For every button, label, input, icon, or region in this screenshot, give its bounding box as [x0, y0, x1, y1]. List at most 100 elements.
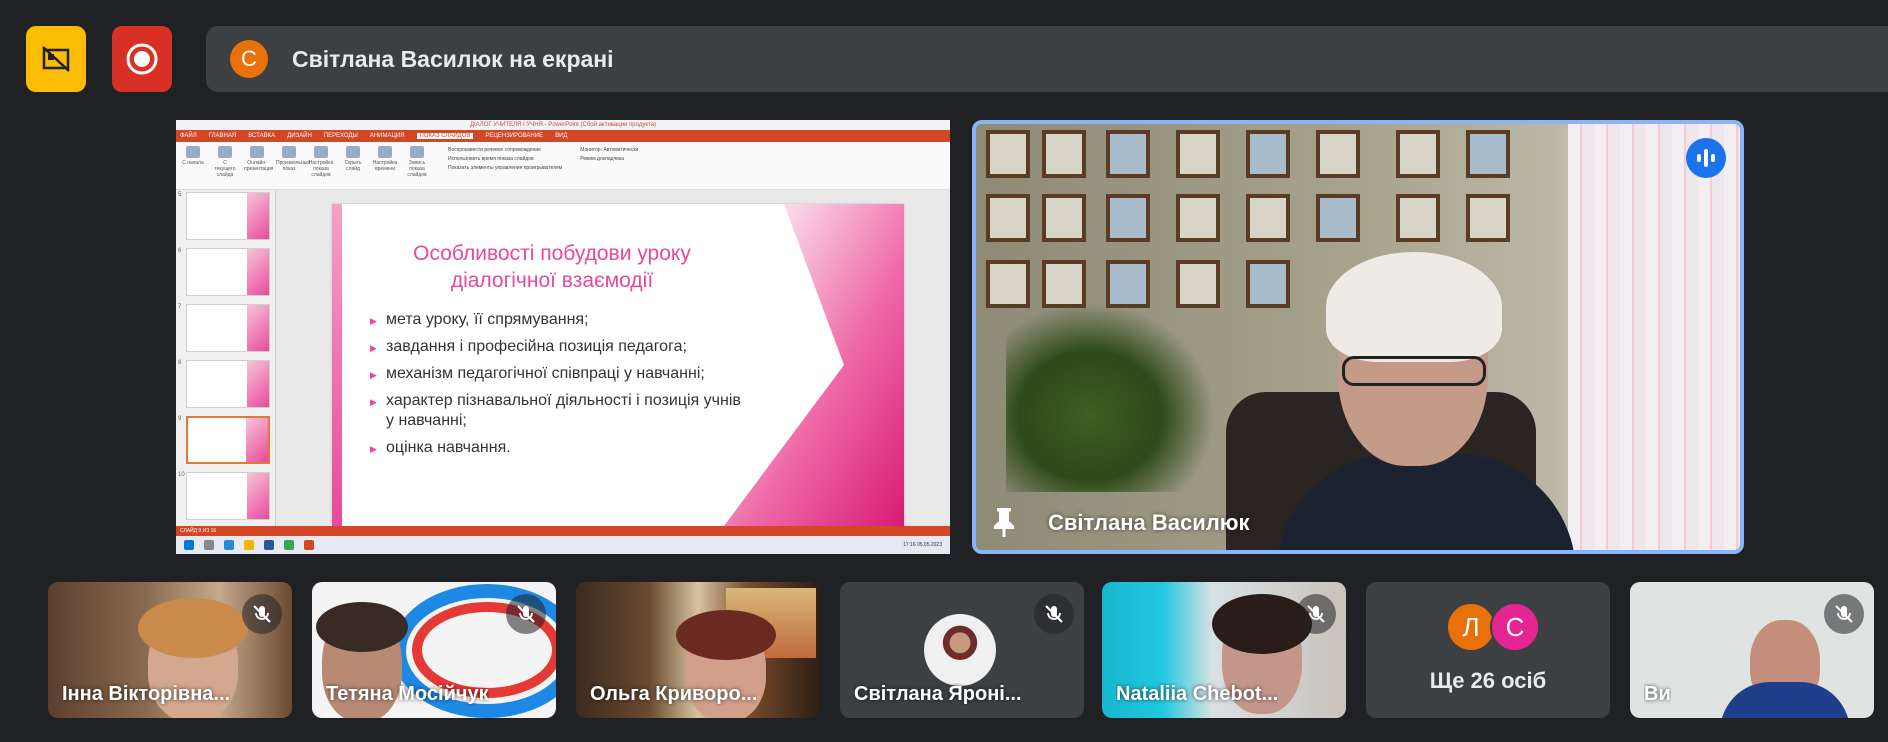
- ppt-tab-active: ПОКАЗ СЛАЙДОВ: [416, 133, 474, 139]
- folder-icon: [244, 540, 254, 550]
- ribbon-button: Настройка показа слайдов: [308, 146, 334, 178]
- ppt-tab: ВСТАВКА: [248, 133, 276, 139]
- presenter-avatar: С: [230, 40, 268, 78]
- record-button[interactable]: [112, 26, 172, 92]
- participant-name: Ольга Криворо...: [590, 683, 758, 705]
- ribbon-button: Онлайн-презентация: [244, 146, 273, 176]
- participant-tile[interactable]: Інна Вікторівна...: [48, 582, 292, 718]
- ppt-workspace: 5 6 7 8 9 10 Особливості побудови уроку …: [176, 190, 950, 526]
- slide-bullet: оцінка навчання.: [370, 438, 750, 459]
- stop-presenting-button[interactable]: [26, 26, 86, 92]
- taskbar-clock: 17:16 05.05.2023: [903, 542, 942, 548]
- search-icon: [204, 540, 214, 550]
- mic-off-icon: [506, 594, 546, 634]
- wall-frame: [1106, 130, 1150, 178]
- ribbon-button: Настройка времени: [372, 146, 398, 176]
- slide-thumbnails: 5 6 7 8 9 10: [176, 190, 276, 526]
- wall-frame: [1042, 130, 1086, 178]
- self-view-tile[interactable]: Ви: [1630, 582, 1874, 718]
- participant-name: Тетяна Мосійчук: [326, 683, 489, 705]
- participant-hair: [138, 598, 248, 658]
- main-speaker-tile[interactable]: Світлана Василюк: [972, 120, 1744, 554]
- slide-decoration: [332, 204, 342, 526]
- presenter-banner: С Світлана Василюк на екрані: [206, 26, 1888, 92]
- slide-thumbnail: [186, 472, 270, 520]
- participant-hair: [316, 602, 408, 652]
- slide-title: Особливості побудови уроку діалогічної в…: [413, 242, 691, 292]
- chrome-icon: [284, 540, 294, 550]
- wall-frame: [1396, 130, 1440, 178]
- participant-avatar: Л: [1446, 602, 1496, 652]
- slide-bullet: характер пізнавальної діяльності і позиц…: [370, 391, 750, 431]
- participant-name: Інна Вікторівна...: [62, 683, 231, 705]
- ppt-tab: ГЛАВНАЯ: [208, 133, 237, 139]
- slide-bullet: мета уроку, її спрямування;: [370, 310, 750, 331]
- ppt-tab: ВИД: [555, 133, 568, 139]
- powerpoint-icon: [304, 540, 314, 550]
- windows-taskbar: 17:16 05.05.2023: [176, 536, 950, 554]
- participant-name: Nataliia Chebot...: [1116, 683, 1279, 705]
- wall-frame: [986, 194, 1030, 242]
- windows-start-icon: [184, 540, 194, 550]
- participant-name: Ви: [1644, 683, 1671, 705]
- ribbon-button: Скрыть слайд: [340, 146, 366, 176]
- pin-icon[interactable]: [990, 506, 1018, 538]
- ppt-tab: ПЕРЕХОДЫ: [323, 133, 358, 139]
- slide-bullet: механізм педагогічної співпраці у навчан…: [370, 364, 750, 385]
- wall-frame: [1466, 194, 1510, 242]
- participant-tile[interactable]: Ольга Криворо...: [576, 582, 820, 718]
- wall-frame: [1176, 130, 1220, 178]
- present-to-all-off-icon: [42, 46, 70, 72]
- wall-frame: [1176, 194, 1220, 242]
- ribbon-button: Запись показа слайдов: [404, 146, 430, 178]
- wall-frame: [1246, 260, 1290, 308]
- wall-frame: [986, 260, 1030, 308]
- wall-frame: [1466, 130, 1510, 178]
- ppt-tab: ДИЗАЙН: [287, 133, 312, 139]
- slide-thumbnail: [186, 248, 270, 296]
- speaking-indicator-icon: [1686, 138, 1726, 178]
- ppt-window-title: ДІАЛОГ УЧИТЕЛЯ І УЧНЯ - PowerPoint (Сбой…: [176, 120, 950, 130]
- wall-frame: [1316, 130, 1360, 178]
- wall-frame: [986, 130, 1030, 178]
- slide-bullets: мета уроку, її спрямування; завдання і п…: [370, 310, 750, 465]
- ppt-ribbon-tabs: ФАЙЛ ГЛАВНАЯ ВСТАВКА ДИЗАЙН ПЕРЕХОДЫ АНИ…: [176, 130, 950, 142]
- record-icon: [126, 43, 158, 75]
- slide-thumbnail: [186, 192, 270, 240]
- participant-tile[interactable]: Тетяна Мосійчук: [312, 582, 556, 718]
- plant: [1006, 302, 1216, 492]
- speaker-name: Світлана Василюк: [1048, 510, 1250, 535]
- mic-off-icon: [1824, 594, 1864, 634]
- window-blinds: [1568, 124, 1740, 550]
- mic-off-icon: [1296, 594, 1336, 634]
- slide-bullet: завдання і професійна позиція педагога;: [370, 337, 750, 358]
- ppt-tab: РЕЦЕНЗИРОВАНИЕ: [485, 133, 544, 139]
- more-participants-tile[interactable]: Л С Ще 26 осіб: [1366, 582, 1610, 718]
- edge-icon: [224, 540, 234, 550]
- participant-hair: [676, 610, 776, 660]
- wall-frame: [1042, 260, 1086, 308]
- participant-hair: [1212, 594, 1312, 654]
- wall-frame: [1316, 194, 1360, 242]
- slide-thumbnail-selected: [186, 416, 270, 464]
- wall-frame: [1396, 194, 1440, 242]
- ribbon-button: С начала: [180, 146, 206, 176]
- word-icon: [264, 540, 274, 550]
- participant-shirt: [1720, 682, 1850, 718]
- ribbon-monitor: Монитор: Автоматически Режим докладчика: [580, 147, 639, 162]
- speaker-glasses: [1342, 356, 1486, 386]
- speaker-hair: [1326, 252, 1502, 362]
- participant-avatar: [924, 614, 996, 686]
- more-participants-label: Ще 26 осіб: [1429, 668, 1547, 693]
- more-participants-avatars: Л С: [1446, 602, 1540, 652]
- mic-off-icon: [1034, 594, 1074, 634]
- slide-thumbnail: [186, 304, 270, 352]
- ribbon-checkboxes: Воспроизвести речевое сопровождение Испо…: [448, 147, 563, 171]
- mic-off-icon: [242, 594, 282, 634]
- wall-frame: [1106, 194, 1150, 242]
- participant-tile[interactable]: Світлана Яроні...: [840, 582, 1084, 718]
- shared-screen-tile[interactable]: ДІАЛОГ УЧИТЕЛЯ І УЧНЯ - PowerPoint (Сбой…: [176, 120, 950, 554]
- wall-frame: [1176, 260, 1220, 308]
- ppt-status-bar: СЛАЙД 9 ИЗ 16: [176, 526, 950, 536]
- participant-tile[interactable]: Nataliia Chebot...: [1102, 582, 1346, 718]
